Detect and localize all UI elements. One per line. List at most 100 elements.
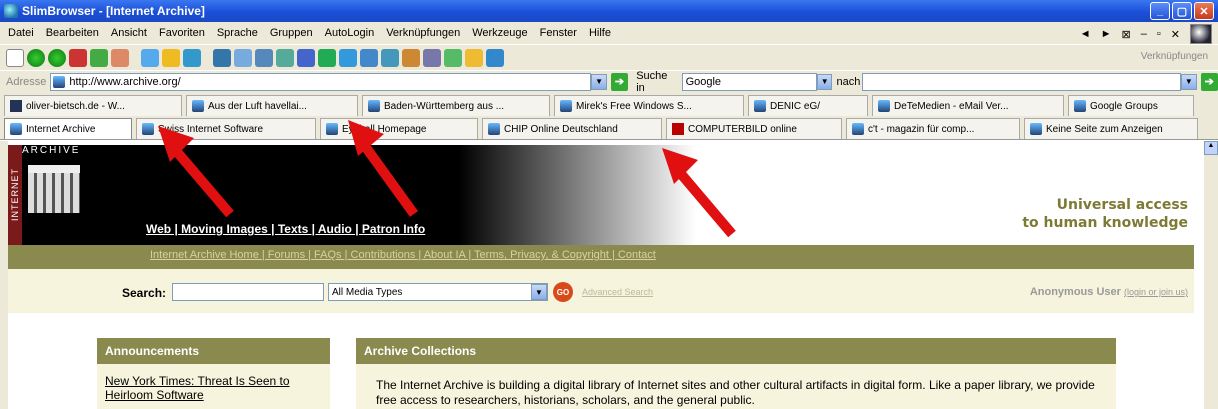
print-icon[interactable] bbox=[234, 48, 252, 67]
scroll-up-icon[interactable]: ▲ bbox=[1204, 141, 1218, 155]
edit-icon[interactable] bbox=[255, 48, 273, 67]
new-window-icon[interactable] bbox=[6, 48, 24, 67]
folder-icon[interactable] bbox=[465, 48, 483, 67]
ia-nav-links[interactable]: Web | Moving Images | Texts | Audio | Pa… bbox=[146, 222, 425, 236]
ia-search-input[interactable] bbox=[172, 283, 324, 301]
collections-body: The Internet Archive is building a digit… bbox=[356, 364, 1116, 409]
main-toolbar: Verknüpfungen bbox=[0, 44, 1218, 70]
menu-fenster[interactable]: Fenster bbox=[540, 27, 577, 39]
tab-site-icon bbox=[10, 100, 22, 112]
stop-icon[interactable] bbox=[69, 48, 87, 67]
cascade-icon[interactable] bbox=[360, 48, 378, 67]
tab-mireks-free-windows[interactable]: Mirek's Free Windows S... bbox=[554, 95, 744, 116]
tab-chip-online[interactable]: CHIP Online Deutschland bbox=[482, 118, 662, 139]
advanced-search-link[interactable]: Advanced Search bbox=[582, 287, 653, 297]
menu-autologin[interactable]: AutoLogin bbox=[325, 27, 375, 39]
menu-verknuepfungen[interactable]: Verknüpfungen bbox=[386, 27, 460, 39]
tab-label: CHIP Online Deutschland bbox=[504, 123, 618, 135]
menu-hilfe[interactable]: Hilfe bbox=[589, 27, 611, 39]
ia-sub-links[interactable]: Internet Archive Home | Forums | FAQs | … bbox=[150, 249, 656, 261]
media-dropdown-icon[interactable]: ▼ bbox=[531, 284, 547, 300]
skin-icon[interactable] bbox=[444, 48, 462, 67]
tab-label: Mirek's Free Windows S... bbox=[576, 100, 692, 112]
tab-label: Baden-Württemberg aus ... bbox=[384, 100, 505, 112]
ia-logo[interactable]: INTERNET ARCHIVE bbox=[8, 145, 123, 245]
tab-aus-der-luft[interactable]: Aus der Luft havellai... bbox=[186, 95, 358, 116]
tile-icon[interactable] bbox=[339, 48, 357, 67]
save-icon[interactable] bbox=[381, 48, 399, 67]
forward-icon[interactable] bbox=[48, 48, 66, 67]
tab-ct-magazin[interactable]: c't - magazin für comp... bbox=[846, 118, 1020, 139]
group-icon[interactable] bbox=[276, 48, 294, 67]
refresh-icon[interactable] bbox=[90, 48, 108, 67]
tab-detemedien[interactable]: DeTeMedien - eMail Ver... bbox=[872, 95, 1064, 116]
tab-computerbild[interactable]: COMPUTERBILD online bbox=[666, 118, 842, 139]
search-term-input[interactable] bbox=[862, 72, 1182, 91]
address-bar: Adresse http://www.archive.org/ ▼ ➔ Such… bbox=[0, 70, 1218, 94]
zoom-icon[interactable] bbox=[423, 48, 441, 67]
back-icon[interactable] bbox=[27, 48, 45, 67]
tab-internet-archive[interactable]: Internet Archive bbox=[4, 118, 132, 139]
menu-datei[interactable]: Datei bbox=[8, 27, 34, 39]
tab-denic[interactable]: DENIC eG/ bbox=[748, 95, 868, 116]
menu-gruppen[interactable]: Gruppen bbox=[270, 27, 313, 39]
history-icon[interactable] bbox=[183, 48, 201, 67]
ia-tagline: Universal access to human knowledge bbox=[1022, 196, 1188, 232]
anonymous-user-label: Anonymous User bbox=[1029, 286, 1121, 298]
go-arrow-icon[interactable]: ➔ bbox=[610, 72, 629, 91]
url-input[interactable]: http://www.archive.org/ bbox=[50, 72, 592, 91]
user-status: Anonymous User (login or join us) bbox=[1030, 286, 1188, 298]
tab-label: DeTeMedien - eMail Ver... bbox=[894, 100, 1009, 112]
close-button[interactable]: ✕ bbox=[1194, 2, 1214, 20]
tab-site-icon bbox=[672, 123, 684, 135]
search-dropdown-icon[interactable]: ▼ bbox=[1181, 73, 1197, 90]
window-titlebar[interactable]: SlimBrowser - [Internet Archive] _ ▢ ✕ bbox=[0, 0, 1218, 22]
menu-sprache[interactable]: Sprache bbox=[217, 27, 258, 39]
tab-google-groups[interactable]: Google Groups bbox=[1068, 95, 1194, 116]
url-dropdown-icon[interactable]: ▼ bbox=[591, 73, 607, 90]
favorites-star-icon[interactable] bbox=[162, 48, 180, 67]
mdi-restore-icon[interactable]: ▫ bbox=[1157, 28, 1161, 40]
prev-window-icon[interactable]: ◄ bbox=[1080, 28, 1091, 40]
tab-page-icon bbox=[1074, 100, 1086, 112]
announcement-link[interactable]: New York Times: Threat Is Seen to Heirlo… bbox=[105, 374, 290, 402]
slimbrowser-app-icon bbox=[4, 4, 18, 18]
mdi-minimize-icon[interactable]: – bbox=[1141, 28, 1147, 40]
menu-ansicht[interactable]: Ansicht bbox=[111, 27, 147, 39]
tab-label: oliver-bietsch.de - W... bbox=[26, 100, 125, 112]
popup-blocker-icon[interactable] bbox=[297, 48, 315, 67]
close-all-icon[interactable]: ⊠ bbox=[1122, 28, 1131, 41]
menu-bar: Datei Bearbeiten Ansicht Favoriten Sprac… bbox=[0, 22, 1218, 44]
tab-page-icon bbox=[754, 100, 766, 112]
search-engine-select[interactable]: Google bbox=[681, 72, 817, 91]
utility-icon[interactable] bbox=[486, 48, 504, 67]
engine-dropdown-icon[interactable]: ▼ bbox=[816, 73, 833, 90]
mdi-close-icon[interactable]: ✕ bbox=[1171, 28, 1180, 41]
maximize-button[interactable]: ▢ bbox=[1172, 2, 1192, 20]
menu-bearbeiten[interactable]: Bearbeiten bbox=[46, 27, 99, 39]
red-arrow-2 bbox=[348, 120, 419, 217]
clean-icon[interactable] bbox=[402, 48, 420, 67]
next-window-icon[interactable]: ► bbox=[1101, 28, 1112, 40]
minimize-button[interactable]: _ bbox=[1150, 2, 1170, 20]
tab-page-icon bbox=[10, 123, 22, 135]
tab-keine-seite[interactable]: Keine Seite zum Anzeigen bbox=[1024, 118, 1198, 139]
ia-search-label: Search: bbox=[122, 286, 167, 300]
tab-page-icon bbox=[852, 123, 864, 135]
ia-go-button[interactable]: GO bbox=[553, 282, 573, 302]
home-icon[interactable] bbox=[111, 48, 129, 67]
search-engine-value: Google bbox=[685, 75, 722, 88]
search-go-icon[interactable]: ➔ bbox=[1200, 72, 1218, 91]
media-type-select[interactable]: All Media Types ▼ bbox=[328, 283, 548, 301]
menu-werkzeuge[interactable]: Werkzeuge bbox=[472, 27, 527, 39]
tab-label: Google Groups bbox=[1090, 100, 1158, 112]
mail-icon[interactable] bbox=[213, 48, 231, 67]
tab-page-icon bbox=[192, 100, 204, 112]
search-icon[interactable] bbox=[141, 48, 159, 67]
tools-icon[interactable] bbox=[318, 48, 336, 67]
red-arrow-3 bbox=[662, 148, 736, 238]
tab-oliver-bietsch[interactable]: oliver-bietsch.de - W... bbox=[4, 95, 182, 116]
login-link[interactable]: (login or join us) bbox=[1124, 287, 1188, 297]
menu-favoriten[interactable]: Favoriten bbox=[159, 27, 205, 39]
links-toolbar-label[interactable]: Verknüpfungen bbox=[1141, 51, 1208, 62]
